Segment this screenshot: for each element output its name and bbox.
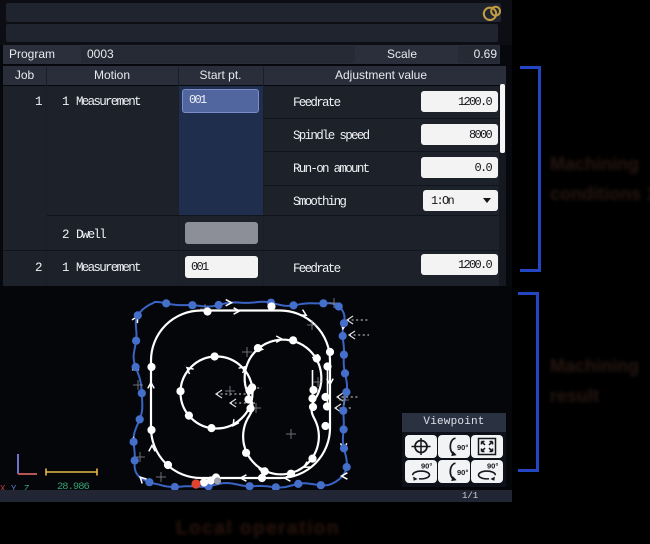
svg-text:90°: 90° xyxy=(457,468,468,477)
svg-text:90°: 90° xyxy=(487,461,498,470)
svg-text:90°: 90° xyxy=(457,443,468,452)
svg-text:90°: 90° xyxy=(421,461,432,470)
